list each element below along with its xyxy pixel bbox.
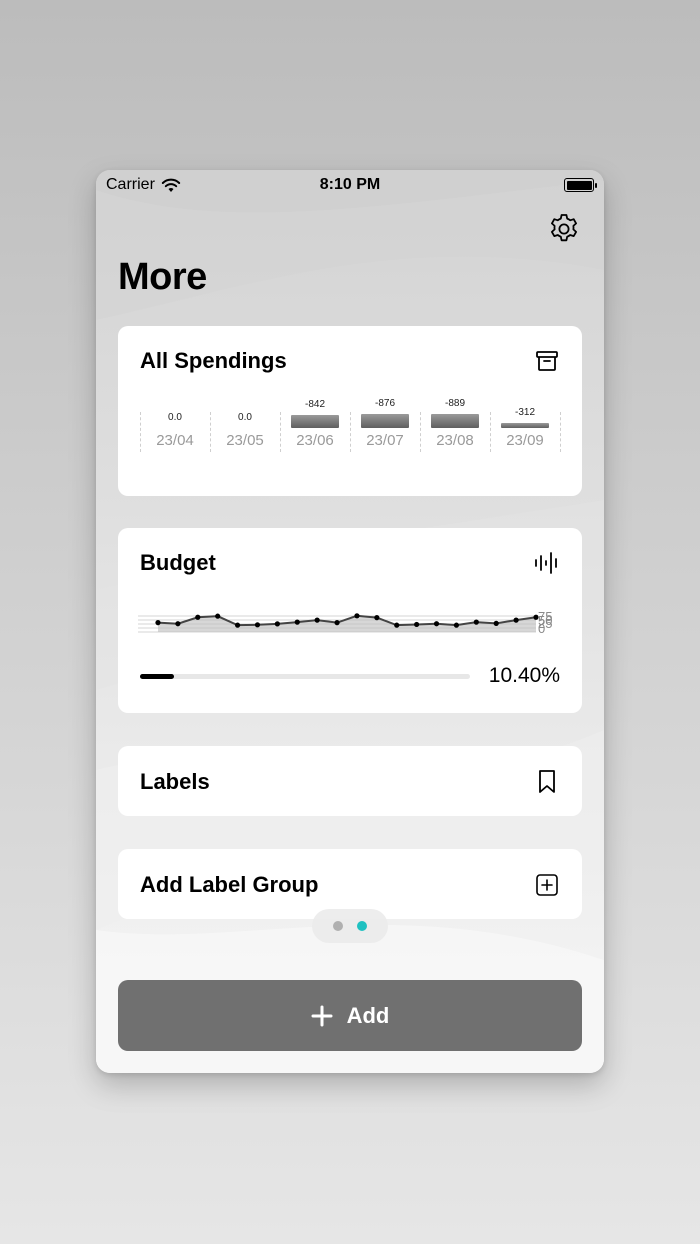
budget-point (175, 621, 181, 627)
spend-bar (361, 414, 409, 428)
budget-point (234, 622, 241, 628)
budget-point (334, 620, 340, 626)
page-dot-2[interactable] (357, 921, 367, 931)
spend-value-label: -842 (304, 399, 325, 410)
spend-value-label: -312 (514, 407, 535, 418)
all-spendings-card[interactable]: All Spendings 0.0 23/04 0.0 23/05 -842 23/06 -… (118, 326, 582, 496)
plus-square-icon[interactable] (534, 872, 560, 898)
gear-icon[interactable] (547, 212, 581, 246)
carrier-label: Carrier (106, 176, 155, 193)
add-label-group-title: Add Label Group (140, 872, 319, 897)
budget-point (274, 621, 280, 627)
spend-value-label: -876 (374, 398, 395, 409)
spend-value-label: 0.0 (168, 412, 182, 423)
spend-date-label: 23/06 (296, 432, 334, 449)
status-bar: Carrier 8:10 PM (96, 170, 604, 200)
budget-point (294, 619, 300, 625)
budget-point (215, 613, 221, 619)
spend-date-label: 23/05 (226, 432, 264, 449)
add-button-label: Add (346, 1002, 390, 1028)
budget-point (354, 613, 360, 619)
budget-title: Budget (140, 550, 216, 575)
budget-progress-bar (140, 674, 470, 679)
budget-chart: 7550250 (138, 609, 552, 636)
budget-progress-label: 10.40% (488, 664, 560, 687)
spend-date-label: 23/04 (156, 432, 194, 449)
app-screen: Carrier 8:10 PM More All Spendings 0.0 23… (96, 170, 604, 1073)
budget-point (453, 622, 460, 628)
plus-icon (311, 1005, 333, 1026)
add-button[interactable]: Add (118, 980, 582, 1051)
budget-axis-label: 0 (538, 621, 545, 636)
budget-point (374, 615, 380, 621)
budget-point (195, 614, 201, 620)
spend-value-label: -889 (444, 398, 465, 409)
spend-date-label: 23/07 (366, 432, 404, 449)
spend-date-label: 23/09 (506, 432, 544, 449)
spend-bar (501, 423, 549, 428)
budget-point (513, 617, 519, 623)
budget-point (314, 617, 320, 623)
page-indicator (312, 909, 388, 943)
spend-bar (291, 415, 339, 428)
battery-icon (564, 178, 597, 192)
budget-point (155, 620, 161, 626)
budget-point (394, 622, 400, 628)
all-spendings-title: All Spendings (140, 348, 287, 373)
spend-bar (431, 414, 479, 428)
bookmark-icon[interactable] (534, 768, 560, 794)
wifi-icon (161, 178, 181, 192)
waveform-icon[interactable] (534, 550, 560, 576)
spend-date-label: 23/08 (436, 432, 474, 449)
labels-title: Labels (140, 769, 210, 794)
budget-point (433, 621, 440, 627)
budget-progress-fill (140, 674, 175, 679)
page-title: More (118, 256, 207, 298)
budget-point (473, 619, 479, 625)
labels-card[interactable]: Labels (118, 746, 582, 816)
budget-point (493, 620, 499, 626)
spend-divider (560, 412, 561, 452)
spend-value-label: 0.0 (238, 412, 252, 423)
budget-point (414, 621, 420, 628)
budget-card[interactable]: Budget 75 50 25 0 10.40% (118, 528, 582, 713)
page-dot-1[interactable] (333, 921, 343, 931)
budget-point (254, 622, 261, 628)
archive-box-icon[interactable] (534, 348, 560, 374)
